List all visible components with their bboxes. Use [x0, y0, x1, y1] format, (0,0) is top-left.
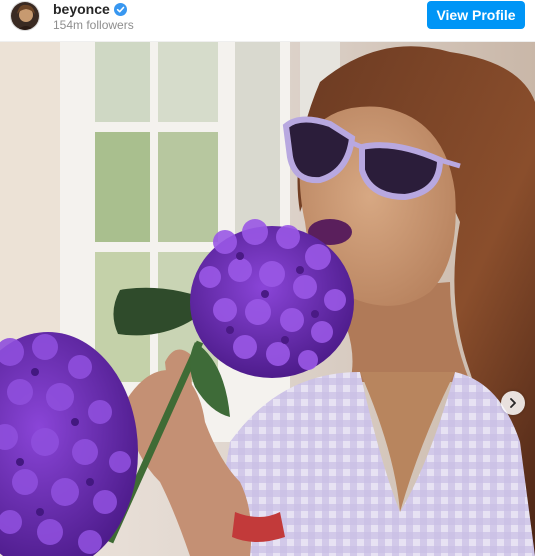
post-photo[interactable]	[0, 42, 535, 556]
verified-badge-icon	[113, 2, 127, 16]
follower-count: 154m followers	[53, 18, 134, 32]
carousel-next-button[interactable]	[501, 391, 525, 415]
avatar-image	[11, 2, 39, 30]
post-header: beyonce 154m followers View Profile	[0, 0, 535, 42]
username[interactable]: beyonce	[53, 1, 110, 17]
view-profile-button[interactable]: View Profile	[427, 1, 525, 29]
avatar[interactable]	[10, 1, 40, 31]
instagram-embed: beyonce 154m followers View Profile	[0, 0, 535, 556]
username-row: beyonce	[53, 1, 127, 17]
chevron-right-icon	[510, 398, 516, 408]
post-image	[0, 42, 535, 556]
